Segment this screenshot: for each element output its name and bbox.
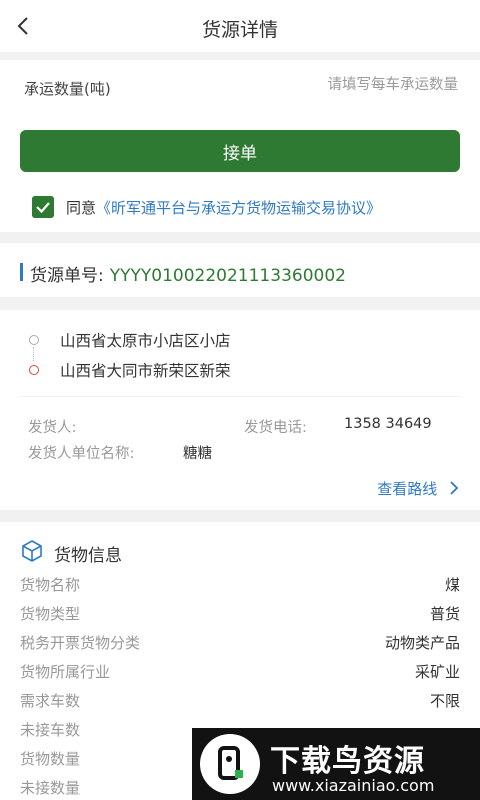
cargo-row: 货物所属行业 采矿业 [20,661,460,683]
shipper-company-value: 糖糖 [183,446,212,462]
origin-dot-icon [29,335,39,345]
view-route-link[interactable]: 查看路线 [377,478,460,499]
order-number-value: YYYY010022021113360002 [109,266,346,286]
checkbox-checked-icon[interactable] [32,196,54,218]
cargo-label: 需求车数 [20,692,81,710]
watermark-title: 下载鸟资源 [270,744,425,779]
capacity-label: 承运数量(吨) [24,80,111,98]
destination-address: 山西省大同市新荣区新荣 [60,362,231,380]
agreement-link[interactable]: 《昕军通平台与承运方货物运输交易协议》 [96,199,381,217]
cargo-row: 需求车数 不限 [20,690,460,712]
cargo-value: 普货 [429,605,460,623]
watermark-logo [200,734,260,794]
cargo-label: 货物类型 [20,605,81,623]
order-number-label: 货源单号: [30,266,104,286]
route-section: 山西省太原市小店区小店 山西省大同市新荣区新荣 发货人: 发货电话: 1358 … [0,310,480,510]
section-accent-bar [20,263,23,281]
divider [20,396,460,397]
cargo-label: 货物名称 [20,576,81,594]
shipper-company-label: 发货人单位名称: [28,446,135,462]
origin-address: 山西省太原市小店区小店 [60,332,231,350]
cargo-value: 不限 [429,692,460,710]
agreement-prefix: 同意 [66,199,97,217]
shipper-label: 发货人: [28,420,77,436]
view-route-label: 查看路线 [377,480,438,498]
order-form: 承运数量(吨) 接单 同意《昕军通平台与承运方货物运输交易协议》 [0,60,480,232]
cube-icon [22,540,42,562]
shipper-phone-value: 1358 34649 [344,416,432,432]
cargo-row: 货物名称 煤 [20,574,460,596]
cargo-label: 未接车数 [20,721,81,739]
accept-order-button[interactable]: 接单 [20,130,460,172]
order-number-section: 货源单号: YYYY010022021113360002 [0,243,480,297]
watermark-banner: 下载鸟资源 www.xiazainiao.com [192,728,480,800]
route-connector [33,347,34,361]
destination-dot-icon [29,365,39,375]
cargo-row: 税务开票货物分类 动物类产品 [20,632,460,654]
cargo-label: 税务开票货物分类 [20,634,141,652]
watermark-url: www.xiazainiao.com [272,776,435,795]
bird-logo-icon [203,737,257,791]
top-bar: 货源详情 [0,0,480,52]
cargo-label: 货物所属行业 [20,663,111,681]
cargo-value: 煤 [444,576,460,594]
capacity-row: 承运数量(吨) [24,76,460,100]
cargo-label: 货物数量 [20,750,81,768]
shipper-phone-label: 发货电话: [244,420,307,436]
cargo-info-title: 货物信息 [54,546,122,566]
page-title: 货源详情 [201,19,278,41]
cargo-value: 动物类产品 [384,634,460,652]
cargo-value: 采矿业 [414,663,460,681]
capacity-input[interactable] [236,76,460,94]
chevron-right-icon [450,481,459,495]
cargo-label: 未接数量 [20,779,81,797]
cargo-row: 货物类型 普货 [20,603,460,625]
